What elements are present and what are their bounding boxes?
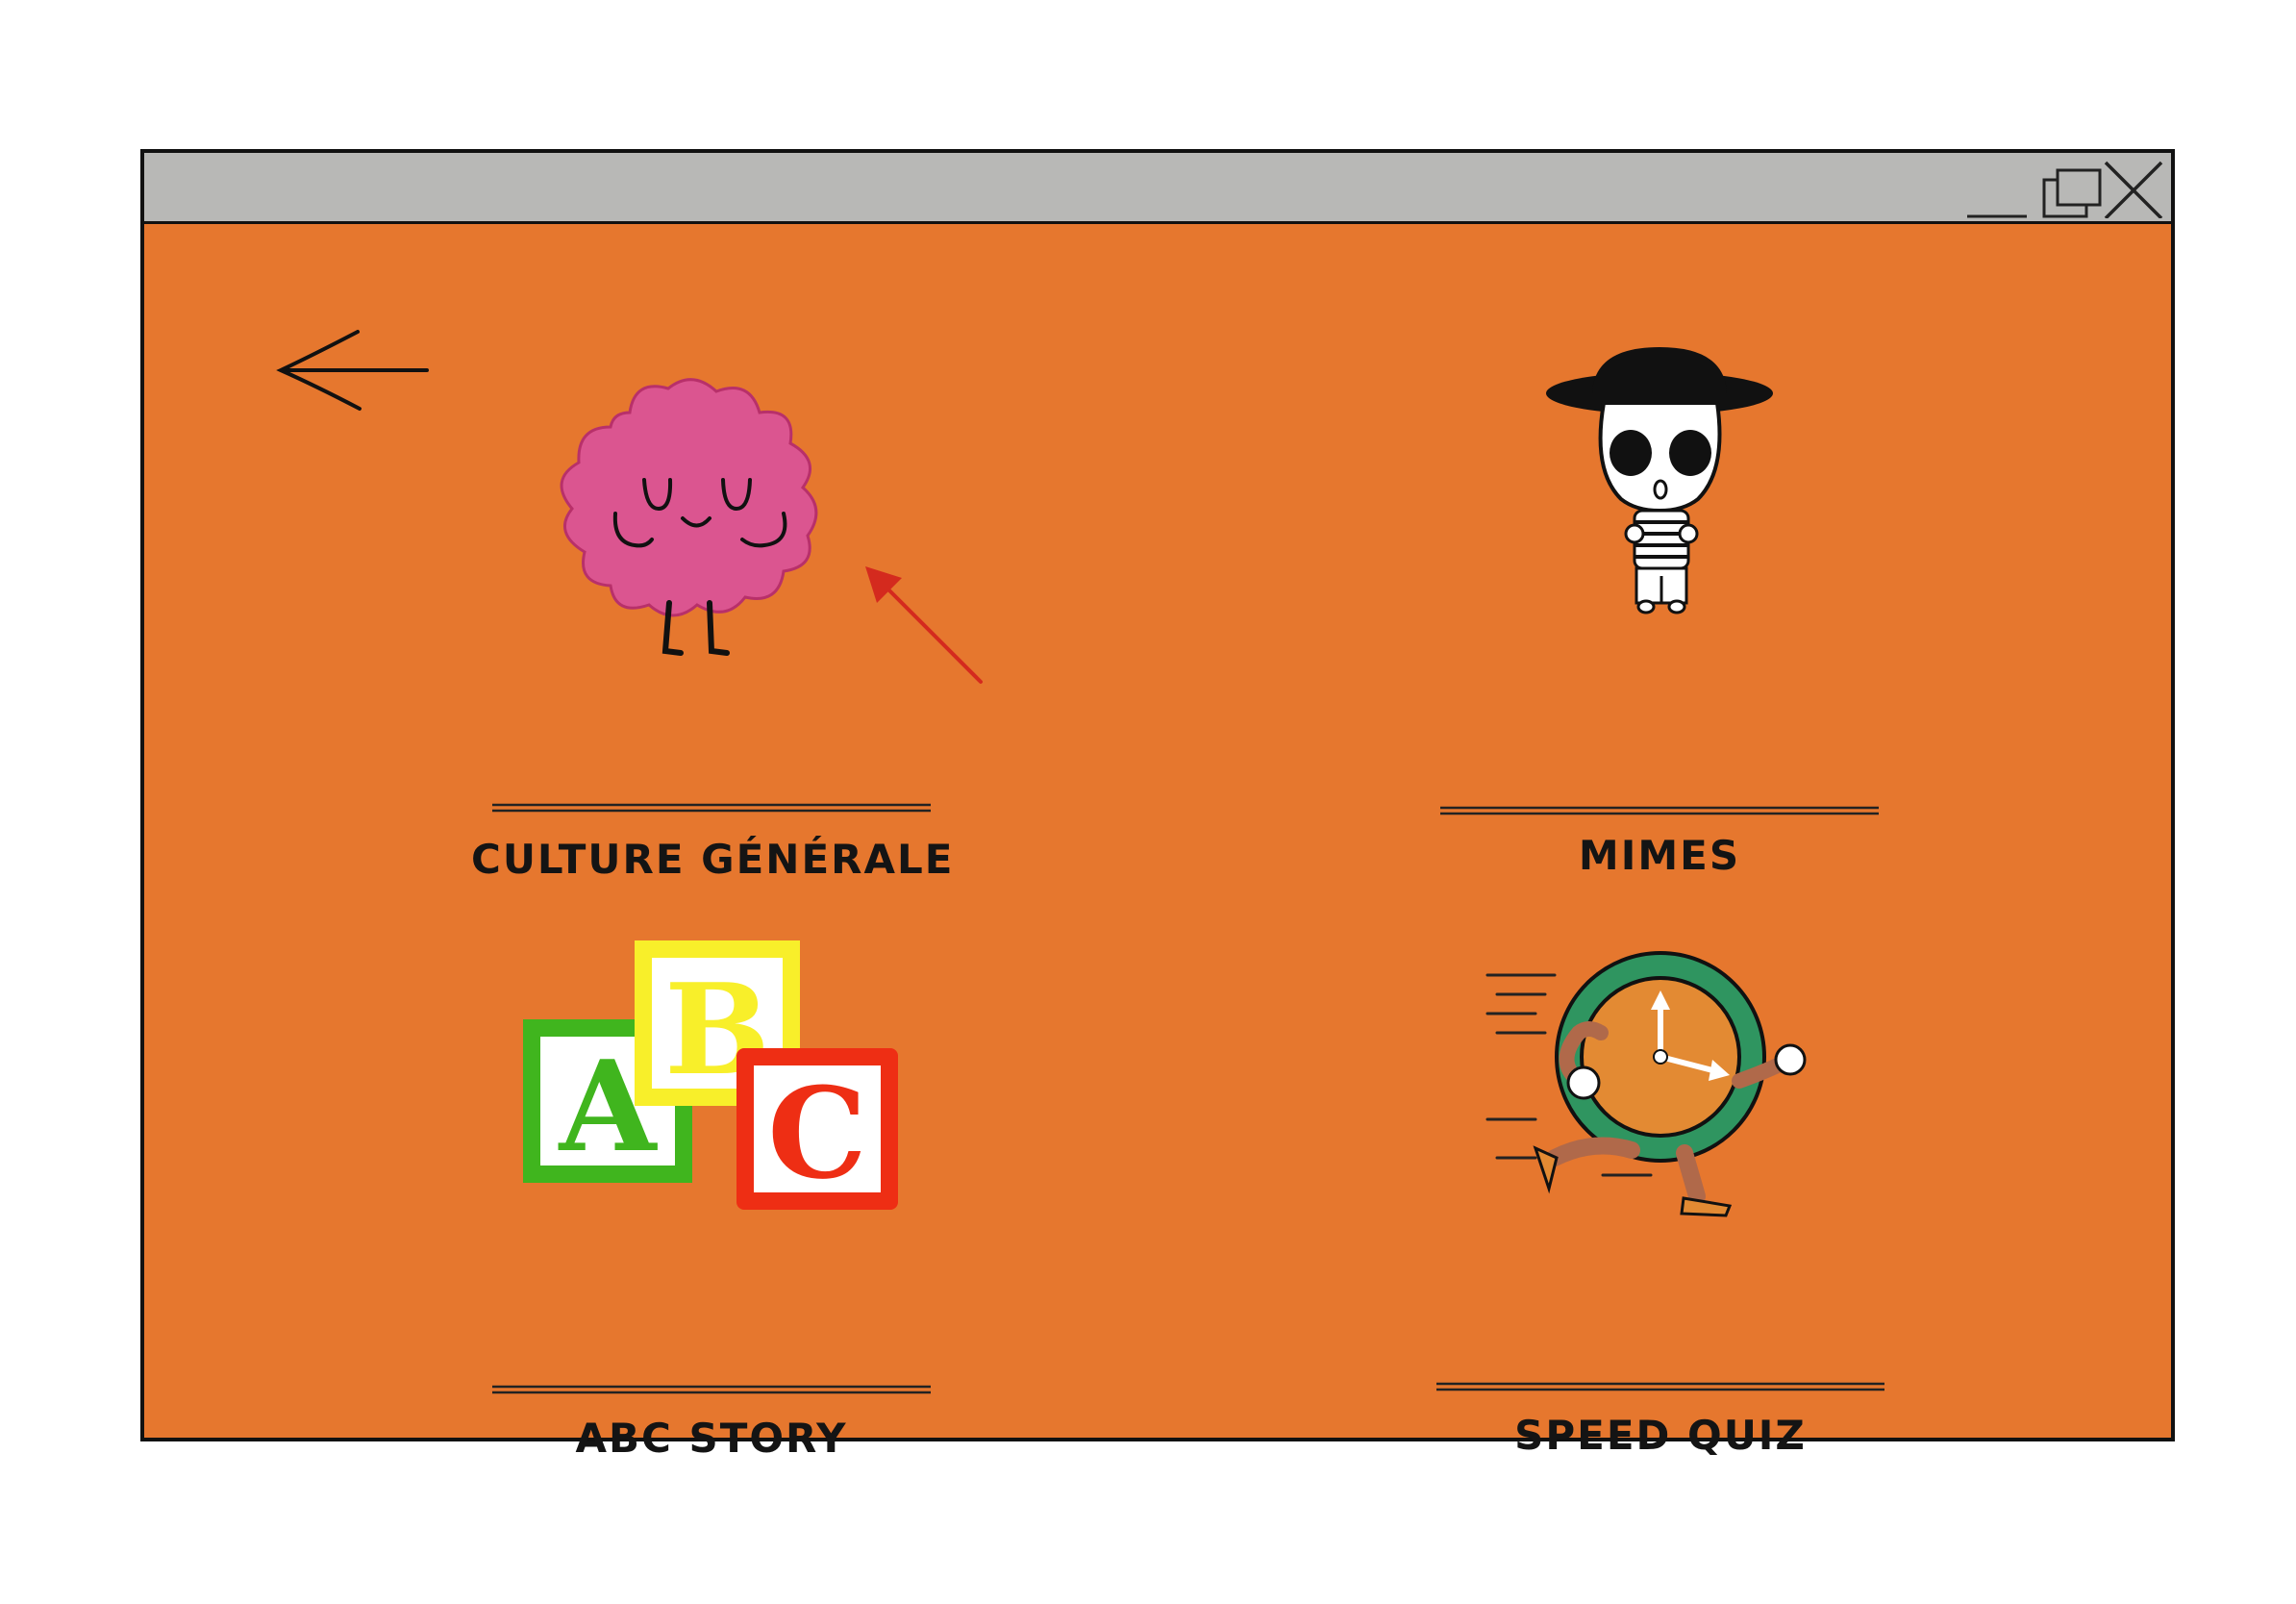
category-label-culture-generale: CULTURE GÉNÉRALE — [471, 836, 955, 883]
app-window: CULTURE GÉNÉRALE MIMES A B C ABC STORY S… — [140, 149, 2175, 1462]
running-clock-icon — [1485, 951, 1807, 1217]
category-label-abc-story: ABC STORY — [575, 1415, 848, 1462]
category-label-speed-quiz: SPEED QUIZ — [1514, 1412, 1807, 1459]
card-underline — [1440, 806, 1879, 815]
card-underline — [492, 1385, 931, 1394]
card-underline — [1436, 1382, 1884, 1391]
svg-text:C: C — [767, 1060, 866, 1207]
left-arrow-icon — [276, 330, 429, 411]
category-label-mimes: MIMES — [1578, 832, 1741, 879]
brain-character-icon — [560, 378, 818, 656]
red-pointer-arrow-icon — [865, 566, 983, 684]
restore-icon[interactable] — [2042, 168, 2102, 218]
category-card-abc-story[interactable]: A B C ABC STORY — [490, 937, 933, 1475]
close-icon[interactable] — [2104, 161, 2163, 218]
category-card-mimes[interactable]: MIMES — [1438, 345, 1881, 884]
window-controls — [1967, 161, 2163, 218]
card-underline — [492, 803, 931, 813]
abc-blocks-icon: A B C — [523, 940, 898, 1210]
back-button[interactable] — [275, 326, 433, 413]
window-titlebar — [144, 153, 2171, 224]
category-card-speed-quiz[interactable]: SPEED QUIZ — [1435, 937, 1886, 1475]
mime-character-icon — [1546, 347, 1773, 614]
